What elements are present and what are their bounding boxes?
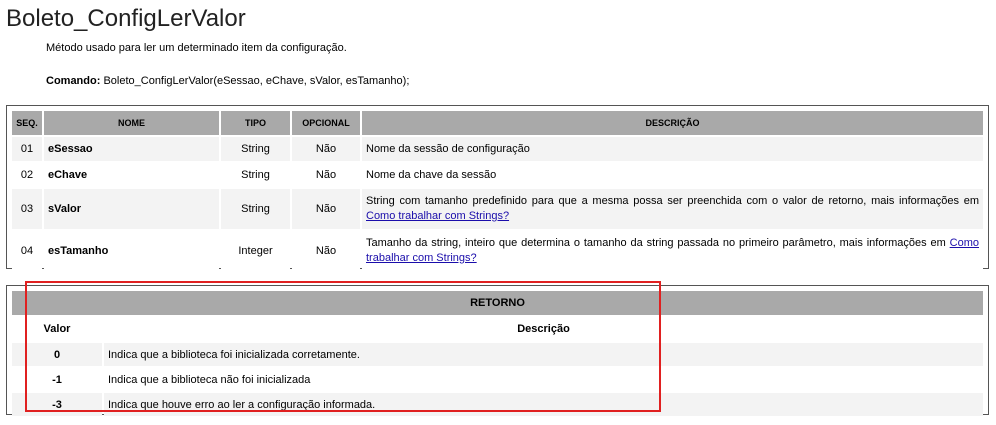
page-title: Boleto_ConfigLerValor	[6, 5, 246, 32]
param-type: String	[221, 137, 290, 161]
param-description: String com tamanho predefinido para que …	[362, 189, 983, 229]
table-row: 0 Indica que a biblioteca foi inicializa…	[12, 343, 983, 366]
header-nome: NOME	[44, 111, 219, 135]
param-seq: 01	[12, 137, 42, 161]
return-title: RETORNO	[12, 291, 983, 315]
param-optional: Não	[292, 137, 360, 161]
command-line: Comando: Boleto_ConfigLerValor(eSessao, …	[46, 75, 409, 87]
header-descricao: DESCRIÇÃO	[362, 111, 983, 135]
param-seq: 04	[12, 231, 42, 271]
param-name: sValor	[44, 189, 219, 229]
strings-help-link[interactable]: Como trabalhar com Strings?	[366, 210, 509, 222]
param-seq: 03	[12, 189, 42, 229]
param-description-text: String com tamanho predefinido para que …	[366, 195, 979, 207]
return-description: Indica que a biblioteca não foi iniciali…	[104, 368, 983, 391]
table-row: 03 sValor String Não String com tamanho …	[12, 189, 983, 229]
parameters-table: SEQ. NOME TIPO OPCIONAL DESCRIÇÃO 01 eSe…	[10, 109, 985, 273]
return-columns-row: Valor Descrição	[12, 317, 983, 341]
return-value: 0	[12, 343, 102, 366]
param-name: eChave	[44, 163, 219, 187]
parameters-header-row: SEQ. NOME TIPO OPCIONAL DESCRIÇÃO	[12, 111, 983, 135]
return-description: Indica que houve erro ao ler a configura…	[104, 393, 983, 416]
param-optional: Não	[292, 189, 360, 229]
table-row: -1 Indica que a biblioteca não foi inici…	[12, 368, 983, 391]
param-description-text: Tamanho da string, inteiro que determina…	[366, 237, 950, 249]
command-signature: Boleto_ConfigLerValor(eSessao, eChave, s…	[100, 75, 410, 87]
param-name: eSessao	[44, 137, 219, 161]
header-seq: SEQ.	[12, 111, 42, 135]
return-col-valor: Valor	[12, 317, 102, 341]
param-description: Tamanho da string, inteiro que determina…	[362, 231, 983, 271]
table-row: 01 eSessao String Não Nome da sessão de …	[12, 137, 983, 161]
method-description: Método usado para ler um determinado ite…	[46, 42, 347, 54]
return-description: Indica que a biblioteca foi inicializada…	[104, 343, 983, 366]
return-table: RETORNO Valor Descrição 0 Indica que a b…	[10, 289, 985, 418]
return-panel: RETORNO Valor Descrição 0 Indica que a b…	[6, 285, 989, 418]
header-opcional: OPCIONAL	[292, 111, 360, 135]
param-type: Integer	[221, 231, 290, 271]
param-type: String	[221, 163, 290, 187]
param-description: Nome da chave da sessão	[362, 163, 983, 187]
command-label: Comando:	[46, 75, 101, 87]
param-seq: 02	[12, 163, 42, 187]
param-description: Nome da sessão de configuração	[362, 137, 983, 161]
header-tipo: TIPO	[221, 111, 290, 135]
table-row: -3 Indica que houve erro ao ler a config…	[12, 393, 983, 416]
param-name: esTamanho	[44, 231, 219, 271]
param-optional: Não	[292, 163, 360, 187]
table-row: 02 eChave String Não Nome da chave da se…	[12, 163, 983, 187]
return-value: -1	[12, 368, 102, 391]
return-col-descricao: Descrição	[104, 317, 983, 341]
return-header-row: RETORNO	[12, 291, 983, 315]
parameters-panel: SEQ. NOME TIPO OPCIONAL DESCRIÇÃO 01 eSe…	[6, 105, 989, 271]
param-optional: Não	[292, 231, 360, 271]
param-type: String	[221, 189, 290, 229]
table-row: 04 esTamanho Integer Não Tamanho da stri…	[12, 231, 983, 271]
return-value: -3	[12, 393, 102, 416]
